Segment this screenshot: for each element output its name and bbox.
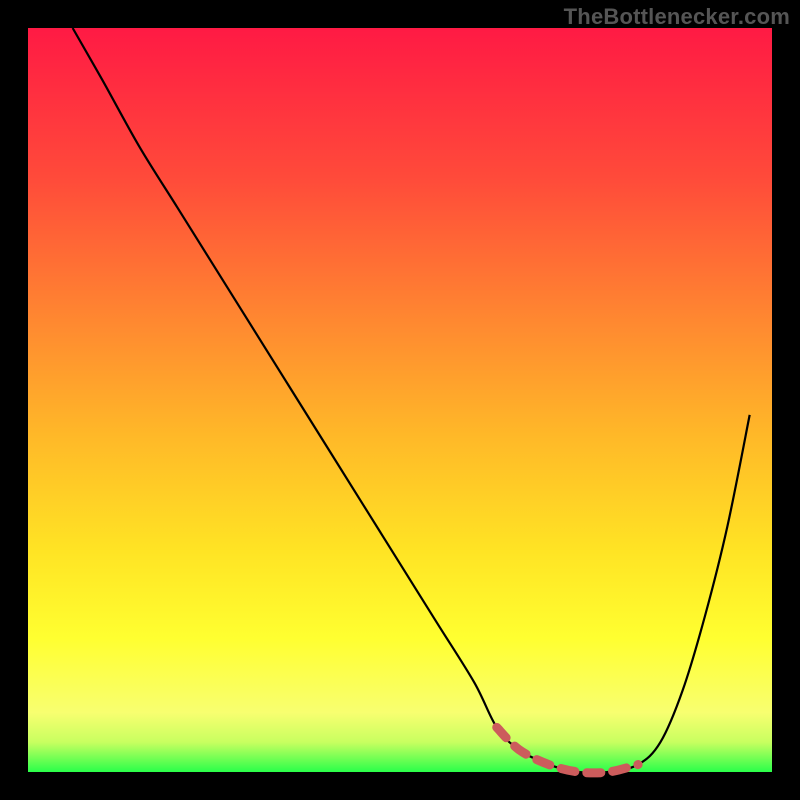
watermark-label: TheBottlenecker.com <box>564 4 790 30</box>
bottleneck-chart <box>0 0 800 800</box>
gradient-plot-background <box>28 28 772 772</box>
chart-container: TheBottlenecker.com <box>0 0 800 800</box>
